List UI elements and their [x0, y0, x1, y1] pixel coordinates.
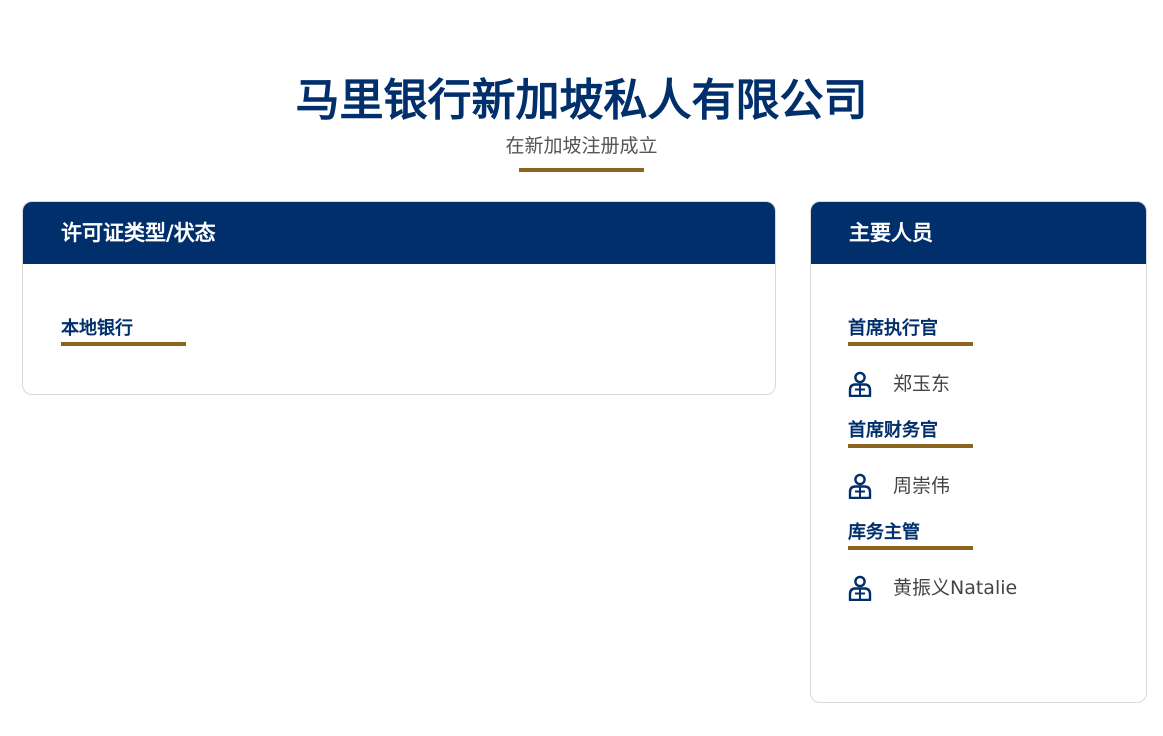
license-card-body: 本地银行	[23, 264, 775, 346]
role-divider	[848, 342, 973, 346]
person-row: 郑玉东	[848, 370, 1146, 398]
person-name: 郑玉东	[893, 373, 951, 395]
company-title: 马里银行新加坡私人有限公司	[295, 75, 868, 126]
role-divider	[848, 444, 973, 448]
person-row: 黄振义Natalie	[848, 574, 1146, 602]
role-block-ceo: 首席执行官 郑玉东	[848, 318, 1146, 398]
license-type-label: 本地银行	[61, 318, 133, 339]
person-name: 周崇伟	[893, 475, 951, 497]
license-card-heading: 许可证类型/状态	[23, 202, 775, 264]
role-block-cfo: 首席财务官 周崇伟	[848, 420, 1146, 500]
title-divider	[519, 168, 644, 172]
person-icon	[848, 371, 872, 397]
company-subtitle: 在新加坡注册成立	[505, 135, 658, 157]
key-people-heading: 主要人员	[811, 202, 1146, 264]
license-type-divider	[61, 342, 186, 346]
key-people-body: 首席执行官 郑玉东 首席财务官 周崇伟 库务主管 黄振义Natalie	[811, 264, 1146, 602]
person-icon	[848, 575, 872, 601]
role-title: 首席执行官	[848, 318, 938, 339]
person-name: 黄振义Natalie	[893, 577, 1018, 599]
person-row: 周崇伟	[848, 472, 1146, 500]
person-icon	[848, 473, 872, 499]
page: 马里银行新加坡私人有限公司 在新加坡注册成立 许可证类型/状态 本地银行 主要人…	[0, 0, 1163, 736]
key-people-card: 主要人员 首席执行官 郑玉东 首席财务官 周崇伟 库务主管 黄振义Natalie	[810, 201, 1147, 703]
role-title: 库务主管	[848, 522, 920, 543]
role-block-treasury: 库务主管 黄振义Natalie	[848, 522, 1146, 602]
role-divider	[848, 546, 973, 550]
role-title: 首席财务官	[848, 420, 938, 441]
license-card: 许可证类型/状态 本地银行	[22, 201, 776, 395]
hero-header: 马里银行新加坡私人有限公司 在新加坡注册成立	[0, 74, 1163, 172]
